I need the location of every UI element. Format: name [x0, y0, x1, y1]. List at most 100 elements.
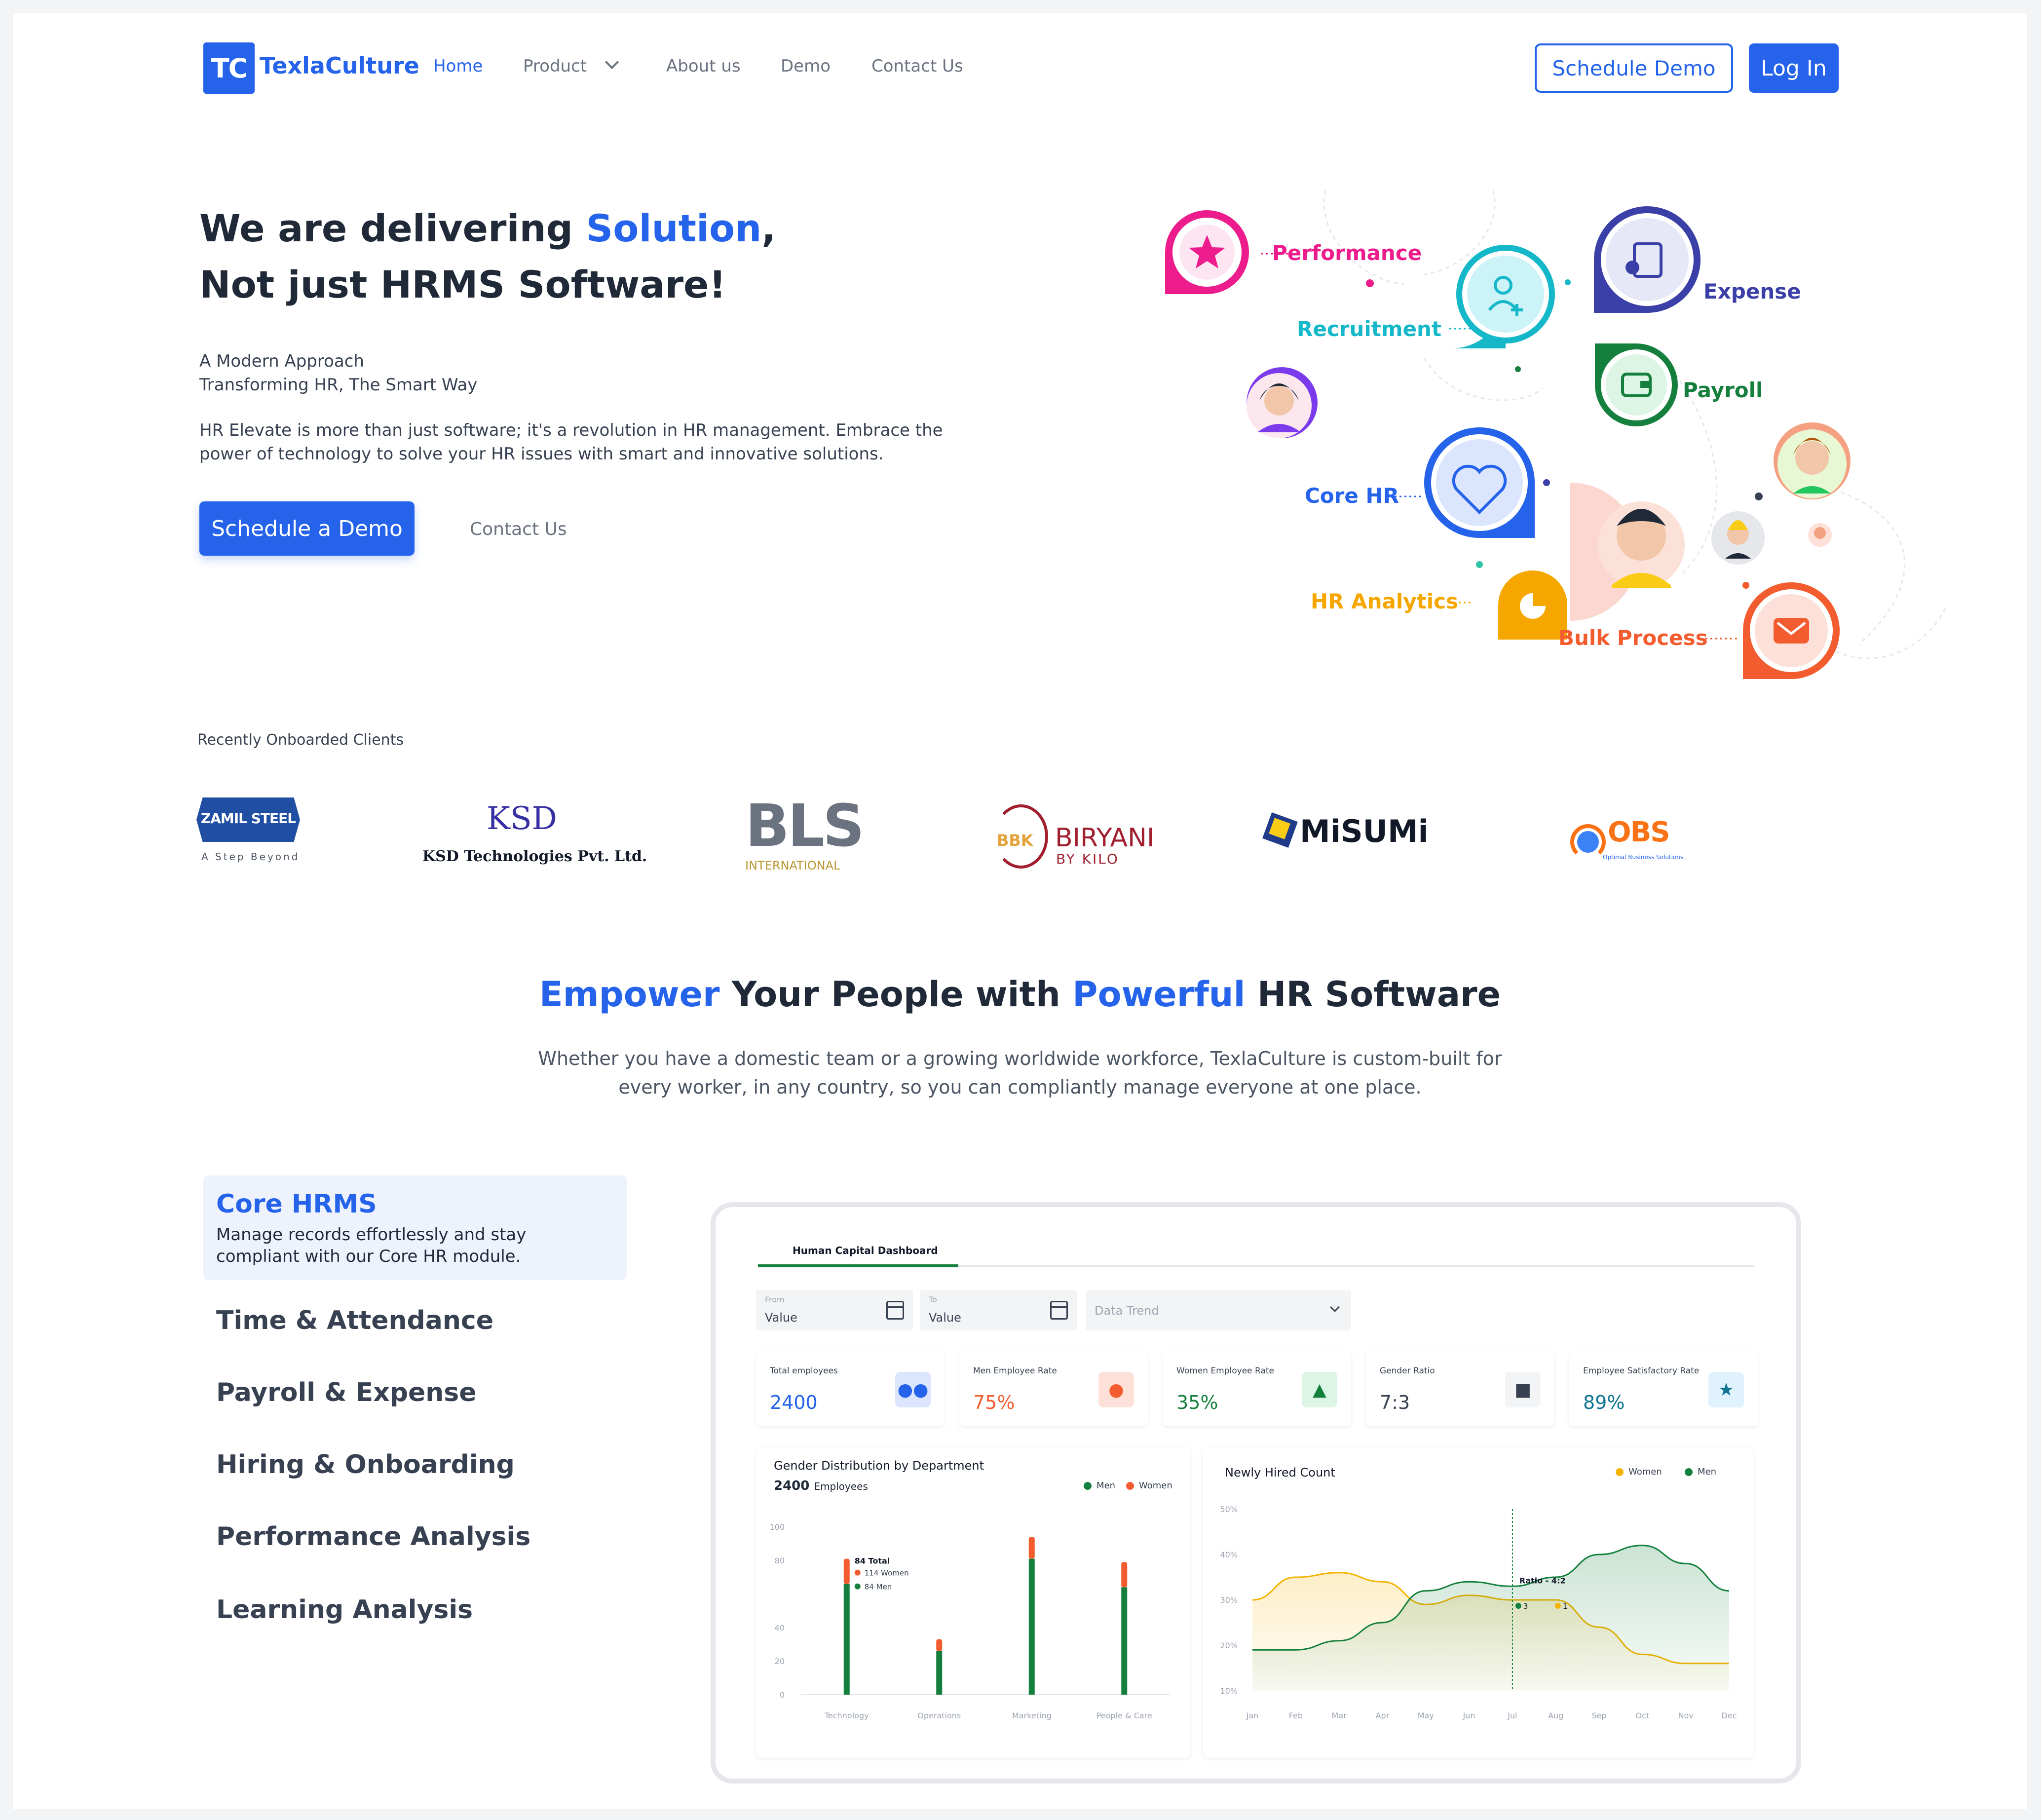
bulk-process-label: Bulk Process	[1558, 626, 1708, 650]
brand-name[interactable]: TexlaCulture	[260, 52, 419, 79]
nav-demo[interactable]: Demo	[781, 56, 831, 76]
empower-title: Empower Your People with Powerful HR Sof…	[539, 974, 1501, 1015]
woman-icon: ▲	[1302, 1372, 1337, 1407]
tooltip-dot	[854, 1569, 861, 1576]
x-tick-label: Mar	[1332, 1711, 1347, 1720]
nav-home[interactable]: Home	[433, 56, 483, 76]
bar-tooltip: 84 Total 114 Women 84 Men	[854, 1556, 909, 1592]
tooltip-men: 3	[1523, 1602, 1528, 1611]
people-icon: ●●	[895, 1372, 931, 1407]
tooltip-dot	[1515, 1603, 1521, 1609]
login-button[interactable]: Log In	[1749, 43, 1839, 93]
y-tick-label: 20%	[1220, 1641, 1238, 1650]
x-tick-label: Apr	[1376, 1711, 1390, 1720]
hero-subtitle: A Modern Approach Transforming HR, The S…	[199, 351, 478, 395]
y-tick-label: 20	[775, 1657, 785, 1666]
tooltip-women: 1	[1563, 1602, 1568, 1611]
ratio-icon: ■	[1505, 1372, 1541, 1407]
expense-label: Expense	[1703, 279, 1801, 303]
x-tick-label: Oct	[1636, 1711, 1650, 1720]
calendar-icon[interactable]	[1050, 1301, 1068, 1320]
client-logo-bls: BLS INTERNATIONAL	[745, 792, 865, 872]
hero-description: HR Elevate is more than just software; i…	[199, 420, 943, 464]
y-tick-label: 30%	[1220, 1595, 1238, 1605]
chevron-down-icon[interactable]	[605, 55, 619, 70]
feature-hiring-onboarding[interactable]: Hiring & Onboarding	[216, 1450, 515, 1479]
tooltip-women: 114 Women	[865, 1569, 909, 1578]
bar-men	[843, 1584, 850, 1695]
clients-title: Recently Onboarded Clients	[197, 731, 404, 749]
stat-women-rate: Women Employee Rate 35% ▲	[1163, 1352, 1351, 1426]
calendar-icon[interactable]	[886, 1301, 904, 1320]
star-icon: ★	[1708, 1372, 1744, 1407]
schedule-demo-button[interactable]: Schedule Demo	[1535, 43, 1733, 93]
payroll-label: Payroll	[1683, 378, 1763, 402]
contact-us-link[interactable]: Contact Us	[470, 519, 567, 539]
x-tick-label: Operations	[917, 1711, 961, 1720]
data-trend-select[interactable]: Data Trend	[1086, 1290, 1351, 1330]
y-tick-label: 40%	[1220, 1550, 1238, 1559]
stat-total-employees: Total employees 2400 ●●	[756, 1352, 945, 1426]
nav-about[interactable]: About us	[666, 56, 741, 76]
nav-product[interactable]: Product	[523, 56, 587, 76]
x-tick-label: Dec	[1722, 1711, 1737, 1720]
y-tick-label: 0	[780, 1690, 785, 1700]
performance-label: Performance	[1272, 241, 1422, 265]
stat-gender-ratio: Gender Ratio 7:3 ■	[1366, 1352, 1554, 1426]
x-tick-label: Jun	[1463, 1711, 1475, 1720]
tooltip-dot	[1554, 1603, 1561, 1609]
x-tick-label: Sep	[1591, 1711, 1606, 1720]
x-tick-label: Aug	[1548, 1711, 1563, 1720]
recruitment-label: Recruitment	[1297, 317, 1442, 341]
x-tick-label: Jul	[1507, 1711, 1517, 1720]
y-tick-label: 10%	[1220, 1686, 1238, 1696]
x-tick-label: Feb	[1289, 1711, 1303, 1720]
to-date-field[interactable]: To Value	[920, 1290, 1077, 1330]
chevron-down-icon[interactable]	[1330, 1302, 1340, 1312]
y-tick-label: 100	[769, 1522, 785, 1532]
x-tick-label: Marketing	[1012, 1711, 1052, 1720]
hr-modules-illustration: Performance Recruitment Expense Payroll …	[1148, 181, 1947, 694]
newly-hired-panel: Newly Hired Count Women Men 10% 20% 30% 40%…	[1203, 1448, 1754, 1758]
feature-learning-analysis[interactable]: Learning Analysis	[216, 1595, 473, 1625]
tooltip-men: 84 Men	[865, 1583, 892, 1592]
client-logo-zamil: ZAMIL STEEL A Step Beyond	[196, 797, 315, 876]
empower-description: Whether you have a domestic team or a gr…	[538, 1048, 1502, 1098]
bar-men	[936, 1651, 943, 1695]
x-tick-label: Jan	[1246, 1711, 1259, 1720]
bar-women	[1121, 1562, 1128, 1588]
bar-men	[1028, 1558, 1035, 1695]
feature-core-hrms-title: Core HRMS	[216, 1189, 377, 1219]
bar-chart: 0 20 40 80 100 Technology Operations Marketing P…	[769, 1522, 1171, 1720]
x-tick-label: Technology	[824, 1711, 869, 1720]
client-logo-obs: OBS Optimal Business Solutions	[1570, 809, 1699, 869]
feature-time-attendance[interactable]: Time & Attendance	[216, 1306, 493, 1335]
bar-women	[936, 1639, 943, 1651]
client-logo-misumi: MiSUMi	[1262, 812, 1429, 868]
nav-contact[interactable]: Contact Us	[871, 56, 963, 76]
y-tick-label: 80	[775, 1556, 785, 1565]
y-tick-label: 50%	[1220, 1505, 1238, 1514]
bar-women	[1028, 1537, 1035, 1559]
stat-men-rate: Men Employee Rate 75% ●	[959, 1352, 1148, 1426]
x-tick-label: People & Care	[1096, 1711, 1152, 1720]
logo-mark[interactable]: TC	[203, 42, 255, 94]
feature-performance-analysis[interactable]: Performance Analysis	[216, 1522, 530, 1552]
bar-women	[843, 1558, 850, 1584]
client-logo-ksd: KSD KSD Technologies Pvt. Ltd.	[422, 800, 647, 865]
tooltip-label: Ratio - 4:2	[1519, 1576, 1566, 1585]
tooltip-total: 84 Total	[855, 1556, 890, 1566]
man-icon: ●	[1098, 1372, 1134, 1407]
feature-payroll-expense[interactable]: Payroll & Expense	[216, 1378, 476, 1407]
client-logo-biryani: BBK BIRYANI BY KILO	[990, 794, 1197, 882]
hr-analytics-label: HR Analytics	[1311, 589, 1459, 613]
feature-core-hrms-desc: Manage records effortlessly and stay com…	[216, 1225, 527, 1266]
area-chart: 10% 20% 30% 40% 50% Jan Feb Mar Apr May Jun Jul Aug S…	[1220, 1505, 1737, 1720]
bar-men	[1121, 1587, 1128, 1695]
tab-human-capital-dashboard[interactable]: Human Capital Dashboard	[793, 1245, 938, 1256]
schedule-a-demo-button[interactable]: Schedule a Demo	[199, 501, 415, 556]
from-date-field[interactable]: From Value	[756, 1290, 913, 1330]
tooltip-dot	[854, 1583, 861, 1590]
core-hr-label: Core HR	[1305, 484, 1399, 508]
y-tick-label: 40	[775, 1623, 785, 1632]
